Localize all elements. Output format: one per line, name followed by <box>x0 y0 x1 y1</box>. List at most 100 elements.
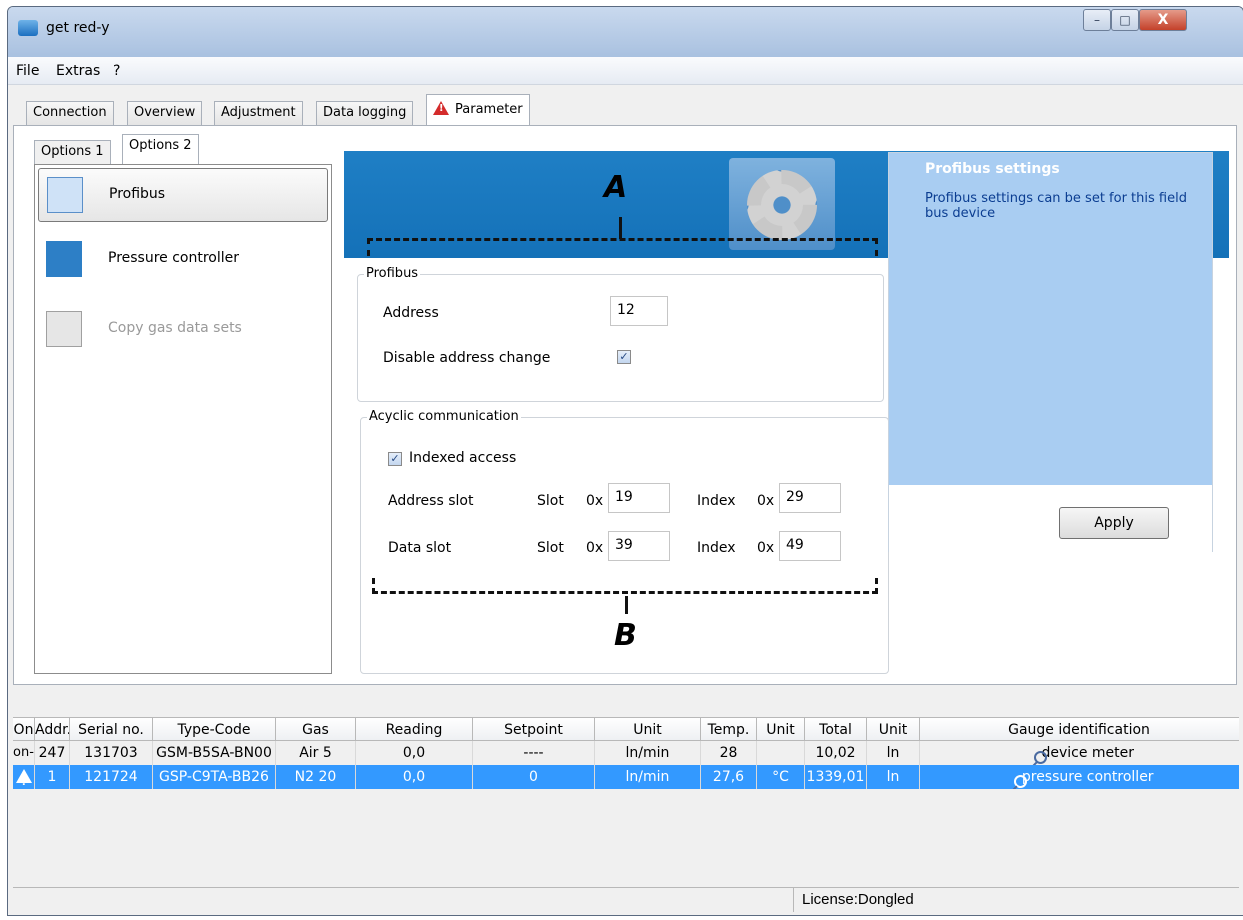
column-header-type-code[interactable]: Type-Code <box>153 718 276 740</box>
address-label: Address <box>383 305 439 321</box>
table-row[interactable]: 1 121724 GSP-C9TA-BB26 N2 20 0,0 0 ln/mi… <box>13 765 1239 789</box>
cell-on <box>13 765 35 789</box>
info-panel-footer: Apply <box>889 485 1212 553</box>
tab-options-1[interactable]: Options 1 <box>34 140 111 164</box>
apply-button[interactable]: Apply <box>1059 507 1169 539</box>
copy-gas-data-icon <box>46 311 82 347</box>
cell-addr: 1 <box>35 765 70 789</box>
cell-reading: 0,0 <box>356 765 473 789</box>
cell-serial: 131703 <box>70 741 153 765</box>
indexed-access-checkbox[interactable]: ✓ <box>388 452 402 466</box>
tab-data-logging[interactable]: Data logging <box>316 101 414 126</box>
column-header-unit[interactable]: Unit <box>595 718 701 740</box>
tab-options-2[interactable]: Options 2 <box>122 134 199 164</box>
data-index-input[interactable]: 49 <box>779 531 841 561</box>
profibus-icon <box>47 177 83 213</box>
column-header-on[interactable]: On <box>13 718 35 740</box>
info-text: Profibus settings can be set for this fi… <box>925 191 1187 221</box>
menu-bar: File Extras ? <box>8 57 1243 85</box>
column-header-total-unit[interactable]: Unit <box>867 718 920 740</box>
column-header-gas[interactable]: Gas <box>276 718 356 740</box>
disable-address-change-checkbox[interactable]: ✓ <box>617 350 631 364</box>
cell-type-code: GSM-B5SA-BN00 <box>153 741 276 765</box>
address-slot-label: Address slot <box>388 493 474 509</box>
marker-b-label: B <box>614 618 637 653</box>
cell-total: 1339,01 <box>805 765 867 789</box>
cell-addr: 247 <box>35 741 70 765</box>
tab-overview[interactable]: Overview <box>127 101 203 126</box>
column-header-temp-unit[interactable]: Unit <box>757 718 805 740</box>
app-window: get red-y – □ X File Extras ? Connection… <box>7 6 1243 916</box>
minimize-button[interactable]: – <box>1083 9 1111 31</box>
cell-temp: 28 <box>701 741 757 765</box>
table-row[interactable]: on- 247 131703 GSM-B5SA-BN00 Air 5 0,0 -… <box>13 741 1239 765</box>
marker-b-tick <box>625 596 628 614</box>
nav-item-label: Pressure controller <box>108 250 240 266</box>
acyclic-group-label: Acyclic communication <box>367 409 521 424</box>
cell-reading: 0,0 <box>356 741 473 765</box>
cell-gauge-identification: device meter <box>920 741 1238 765</box>
marker-a-label: A <box>604 170 628 205</box>
hex-prefix: 0x <box>586 493 604 509</box>
zoom-icon[interactable] <box>1034 750 1047 764</box>
slot-label: Slot <box>537 493 564 509</box>
column-header-total[interactable]: Total <box>805 718 867 740</box>
nav-item-label: Profibus <box>109 186 166 202</box>
cell-total: 10,02 <box>805 741 867 765</box>
device-grid-header: On Addr. Serial no. Type-Code Gas Readin… <box>13 717 1239 741</box>
info-title: Profibus settings <box>925 161 1060 177</box>
nav-item-copy-gas-data-sets[interactable]: Copy gas data sets <box>38 303 328 357</box>
marker-a-tick <box>619 217 622 239</box>
nav-item-pressure-controller[interactable]: Pressure controller <box>38 233 328 287</box>
profibus-group: Profibus Address 12 Disable address chan… <box>357 266 884 402</box>
address-slot-input[interactable]: 19 <box>608 483 670 513</box>
hex-prefix: 0x <box>757 493 775 509</box>
cell-total-unit: ln <box>867 765 920 789</box>
column-header-reading[interactable]: Reading <box>356 718 473 740</box>
cell-on: on- <box>13 741 35 765</box>
nav-item-label: Copy gas data sets <box>108 320 242 336</box>
address-index-input[interactable]: 29 <box>779 483 841 513</box>
cell-unit: ln/min <box>595 765 701 789</box>
zoom-icon[interactable] <box>1014 774 1028 788</box>
cell-temp-unit <box>757 741 805 765</box>
main-tabs: Connection Overview Adjustment Data logg… <box>8 85 1243 127</box>
close-button[interactable]: X <box>1139 9 1187 31</box>
menu-extras[interactable]: Extras <box>56 63 100 79</box>
slot-label: Slot <box>537 540 564 556</box>
column-header-serial[interactable]: Serial no. <box>70 718 153 740</box>
cell-setpoint: ---- <box>473 741 595 765</box>
cell-unit: ln/min <box>595 741 701 765</box>
column-header-addr[interactable]: Addr. <box>35 718 70 740</box>
data-slot-input[interactable]: 39 <box>608 531 670 561</box>
tab-parameter[interactable]: Parameter <box>426 94 530 127</box>
column-header-gauge-identification[interactable]: Gauge identification <box>920 718 1238 740</box>
cell-gas: N2 20 <box>276 765 356 789</box>
profibus-group-label: Profibus <box>364 266 421 281</box>
maximize-button[interactable]: □ <box>1111 9 1139 31</box>
cell-temp-unit: °C <box>757 765 805 789</box>
gauge-identification-text: device meter <box>1041 745 1134 761</box>
tab-parameter-label: Parameter <box>455 102 523 117</box>
gear-icon <box>747 170 817 240</box>
license-status: License:Dongled <box>802 891 914 908</box>
indexed-access-label: Indexed access <box>409 450 517 466</box>
status-divider <box>793 888 794 912</box>
gauge-identification-text: pressure controller <box>1021 769 1154 785</box>
window-title: get red-y <box>46 20 110 36</box>
pressure-controller-icon <box>46 241 82 277</box>
column-header-temp[interactable]: Temp. <box>701 718 757 740</box>
cell-total-unit: ln <box>867 741 920 765</box>
marker-a-bracket <box>367 238 878 256</box>
menu-help[interactable]: ? <box>113 63 120 79</box>
menu-file[interactable]: File <box>16 63 39 79</box>
column-header-setpoint[interactable]: Setpoint <box>473 718 595 740</box>
address-input[interactable]: 12 <box>610 296 668 326</box>
index-label: Index <box>697 540 736 556</box>
info-panel: Profibus settings Profibus settings can … <box>888 152 1213 553</box>
nav-item-profibus[interactable]: Profibus <box>38 168 328 222</box>
options-nav-panel: Profibus Pressure controller Copy gas da… <box>34 164 332 674</box>
hex-prefix: 0x <box>586 540 604 556</box>
tab-adjustment[interactable]: Adjustment <box>214 101 303 126</box>
tab-connection[interactable]: Connection <box>26 101 114 126</box>
